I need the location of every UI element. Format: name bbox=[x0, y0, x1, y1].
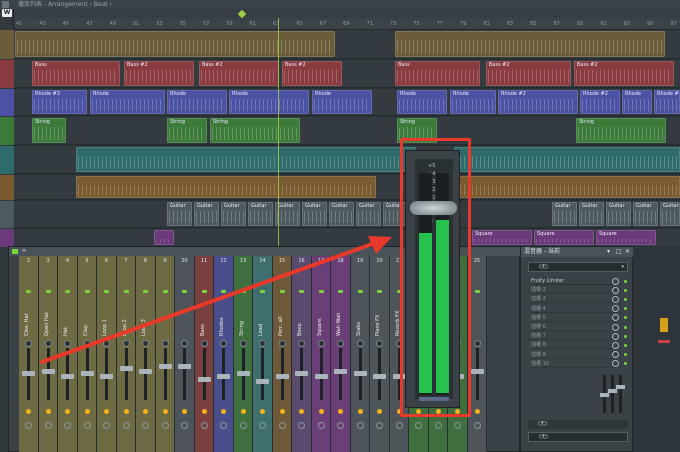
fl-studio-window: 播放列表 - Arrangement › Beat › 41 43 45 47 49 51… bbox=[0, 0, 680, 452]
annotation-arrow bbox=[40, 236, 392, 364]
